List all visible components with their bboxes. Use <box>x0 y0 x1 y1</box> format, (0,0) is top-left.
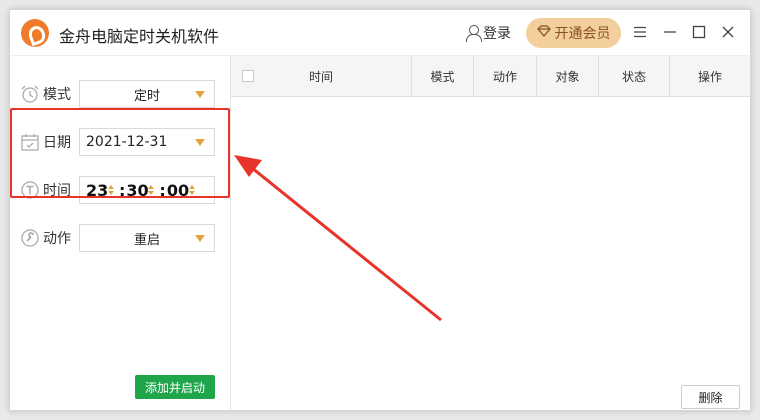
user-icon <box>466 25 482 42</box>
column-header-target: 对象 <box>537 56 599 97</box>
task-list-panel: 时间 模式 动作 对象 状态 操作 删除 <box>231 56 750 411</box>
alarm-clock-icon <box>20 84 40 104</box>
mode-value: 定时 <box>133 88 160 104</box>
app-title: 金舟电脑定时关机软件 <box>59 27 220 46</box>
minimize-icon[interactable] <box>661 23 679 41</box>
column-label: 时间 <box>308 70 333 84</box>
vip-button[interactable]: 开通会员 <box>526 18 621 48</box>
action-select[interactable]: 重启 <box>79 224 215 252</box>
settings-panel: 模式 定时 日期 2021-12-31 时间 23 : 30: 00 动作 重… <box>10 56 231 411</box>
select-all-checkbox[interactable] <box>242 70 254 82</box>
column-header-time: 时间 <box>231 56 412 97</box>
column-header-status: 状态 <box>599 56 670 97</box>
title-bar: 金舟电脑定时关机软件 登录 开通会员 <box>10 10 750 56</box>
maximize-icon[interactable] <box>690 23 708 41</box>
highlight-box <box>10 108 230 198</box>
column-header-action: 动作 <box>474 56 537 97</box>
mode-row: 模式 <box>20 80 76 108</box>
diamond-icon <box>536 25 551 41</box>
login-label: 登录 <box>483 26 511 42</box>
action-row: 动作 <box>20 224 76 252</box>
action-value: 重启 <box>133 232 160 248</box>
app-window: 金舟电脑定时关机软件 登录 开通会员 模式 定时 日期 2021-12-31 时… <box>9 9 751 411</box>
app-logo-icon <box>21 19 49 47</box>
login-button[interactable]: 登录 <box>466 23 511 43</box>
column-header-operation: 操作 <box>697 70 722 84</box>
close-icon[interactable] <box>719 23 737 41</box>
vip-label: 开通会员 <box>554 26 611 42</box>
menu-icon[interactable] <box>631 23 649 41</box>
mode-select[interactable]: 定时 <box>79 80 215 108</box>
chevron-down-icon <box>195 91 205 98</box>
table-header: 时间 模式 动作 对象 状态 操作 <box>231 56 750 97</box>
wrench-icon <box>20 228 40 248</box>
action-label: 动作 <box>43 231 71 247</box>
mode-label: 模式 <box>43 87 71 103</box>
chevron-down-icon <box>195 235 205 242</box>
column-header-mode: 模式 <box>412 56 474 97</box>
delete-button[interactable]: 删除 <box>681 385 740 409</box>
add-and-start-button[interactable]: 添加并启动 <box>135 375 215 399</box>
